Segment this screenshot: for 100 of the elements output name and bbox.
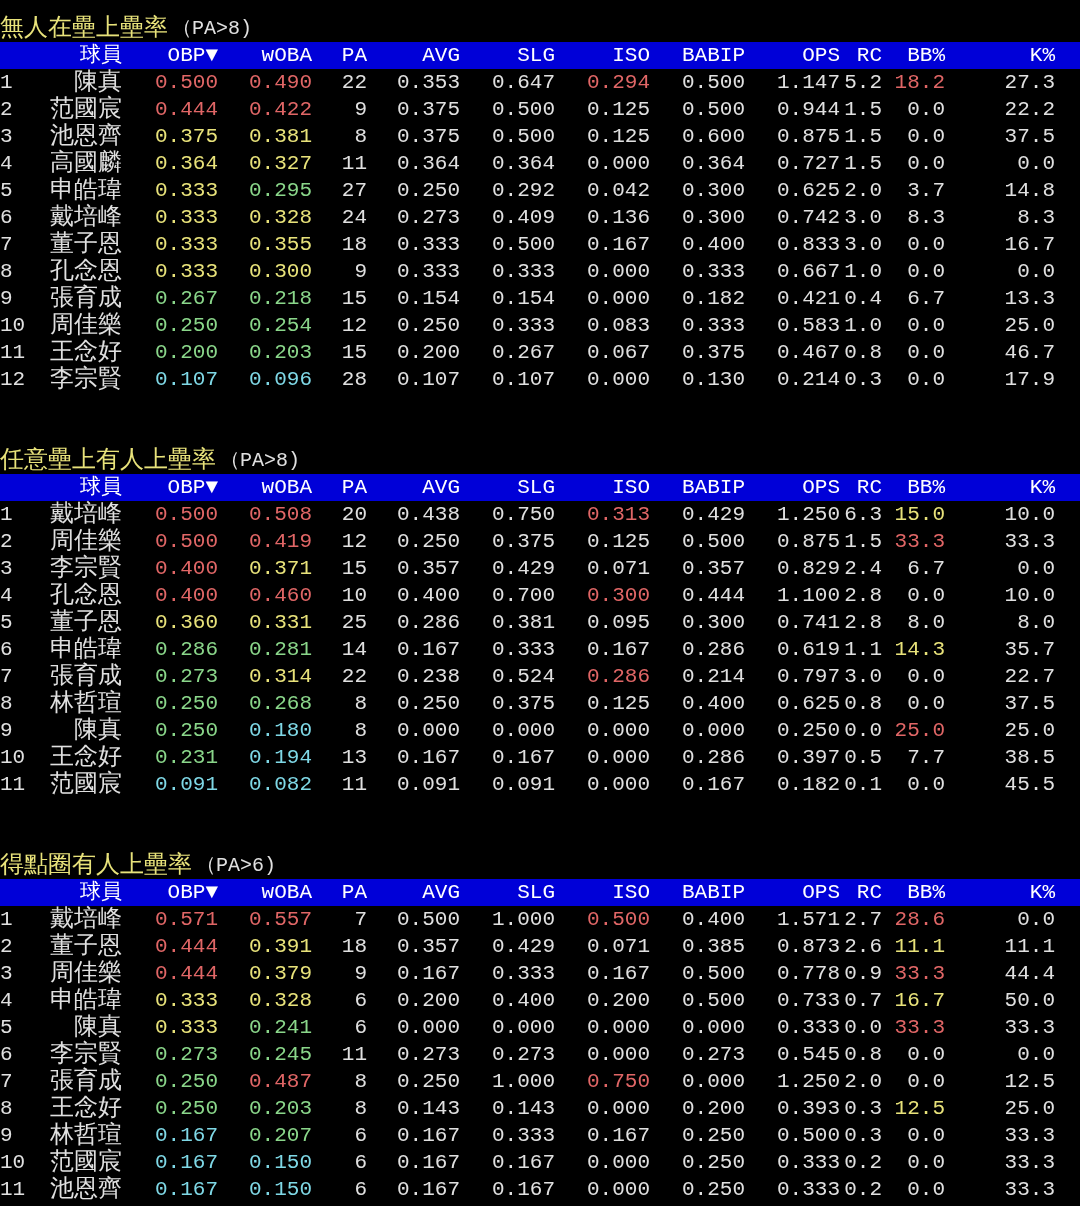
table-cell-text: 0.357	[396, 556, 460, 582]
table-cell-text: 0.381	[248, 124, 312, 150]
table-cell-text: 0.8	[843, 340, 882, 366]
table-cell-text: 0.0	[1016, 1042, 1055, 1068]
row-number: 8	[0, 259, 14, 285]
table-cell-text: 0.333	[154, 232, 218, 258]
table-cell-text: 0.667	[776, 259, 840, 285]
table-cell-text: 0.0	[906, 97, 945, 123]
table-cell-text: 12	[340, 313, 367, 339]
table-cell-text: 0.357	[681, 556, 745, 582]
table-cell-text: 0.375	[154, 124, 218, 150]
table-cell-text: 0.438	[396, 502, 460, 528]
player-name: 李宗賢	[49, 555, 122, 582]
section-title: 得點圈有人上壘率	[0, 852, 192, 879]
table-cell-text: 0.467	[776, 340, 840, 366]
table-cell-text: 0.333	[154, 988, 218, 1014]
table-cell-text: 0.524	[491, 664, 555, 690]
row-number: 2	[0, 529, 14, 555]
table-cell-text: 8	[353, 718, 367, 744]
table-cell-text: 0.333	[776, 1015, 840, 1041]
table-cell-text: 12	[340, 529, 367, 555]
table-cell-text: 0.000	[491, 718, 555, 744]
table-cell-text: 0.3	[843, 367, 882, 393]
table-cell-text: 10.0	[1003, 583, 1055, 609]
player-name: 周佳樂	[49, 960, 122, 987]
table-cell-text: 0.107	[154, 367, 218, 393]
table-cell-text: 0.500	[586, 907, 650, 933]
player-name: 李宗賢	[49, 1041, 122, 1068]
table-cell-text: 1.5	[843, 151, 882, 177]
table-cell-text: 0.250	[154, 313, 218, 339]
table-cell-text: 0.500	[154, 502, 218, 528]
table-cell-text: 10	[340, 583, 367, 609]
table-cell-text: 16.7	[1003, 232, 1055, 258]
table-cell-text: 0.167	[396, 961, 460, 987]
table-cell-text: 0.125	[586, 529, 650, 555]
table-cell-text: 33.3	[1003, 529, 1055, 555]
table-cell-text: 33.3	[1003, 1123, 1055, 1149]
row-number: 1	[0, 70, 14, 96]
table-cell-text: 0.167	[154, 1177, 218, 1203]
table-cell-text: 44.4	[1003, 961, 1055, 987]
table-cell-text: 7	[353, 907, 367, 933]
table-cell-text: 0.0	[843, 718, 882, 744]
table-cell-text: 0.250	[776, 718, 840, 744]
table-cell-text: 25.0	[1003, 313, 1055, 339]
table-cell-text: 18	[340, 232, 367, 258]
table-cell-text: 14	[340, 637, 367, 663]
table-cell-text: 0.125	[586, 691, 650, 717]
table-cell-text: 0.167	[491, 745, 555, 771]
table-cell-text: 0.0	[1016, 907, 1055, 933]
row-number: 3	[0, 124, 14, 150]
table-cell-text: 5.2	[843, 70, 882, 96]
table-cell-text: 0.273	[396, 205, 460, 231]
table-cell-text: 35.7	[1003, 637, 1055, 663]
table-cell-text: 0.944	[776, 97, 840, 123]
table-cell-text: 0.250	[396, 529, 460, 555]
table-cell-text: 0.292	[491, 178, 555, 204]
table-cell-text: 0.400	[154, 556, 218, 582]
table-cell-text: 2.8	[843, 610, 882, 636]
table-cell-text: 0.333	[154, 1015, 218, 1041]
table-cell-text: 1.250	[776, 502, 840, 528]
table-cell-text: 0.429	[491, 934, 555, 960]
table-cell-text: 0.375	[491, 529, 555, 555]
table-cell-text: 12.5	[893, 1096, 945, 1122]
table-cell-text: 0.600	[681, 124, 745, 150]
table-cell-text: 0.143	[491, 1096, 555, 1122]
table-cell-text: 0.250	[154, 1069, 218, 1095]
table-cell-text: 0.254	[248, 313, 312, 339]
table-cell-text: 13	[340, 745, 367, 771]
column-header: AVG	[421, 43, 460, 69]
table-cell-text: 0.286	[586, 664, 650, 690]
column-header: SLG	[516, 880, 555, 906]
table-cell-text: 6	[353, 1123, 367, 1149]
table-cell-text: 28	[340, 367, 367, 393]
player-name: 陳真	[73, 69, 122, 96]
table-cell-text: 0.741	[776, 610, 840, 636]
table-cell-text: 0.200	[586, 988, 650, 1014]
table-cell-text: 0.000	[586, 1015, 650, 1041]
table-cell-text: 25.0	[1003, 718, 1055, 744]
table-cell-text: 2.8	[843, 583, 882, 609]
table-cell-text: 33.3	[1003, 1150, 1055, 1176]
table-cell-text: 0.167	[154, 1123, 218, 1149]
column-header: PA	[340, 475, 367, 501]
table-cell-text: 11	[340, 151, 367, 177]
player-name: 林哲瑄	[49, 690, 122, 717]
table-cell-text: 14.3	[893, 637, 945, 663]
table-cell-text: 0.000	[586, 286, 650, 312]
table-cell-text: 0.214	[681, 664, 745, 690]
row-number: 3	[0, 556, 14, 582]
table-cell-text: 0.250	[396, 313, 460, 339]
table-cell-text: 0.167	[586, 637, 650, 663]
table-cell-text: 0.391	[248, 934, 312, 960]
table-cell-text: 0.545	[776, 1042, 840, 1068]
table-cell-text: 0.154	[396, 286, 460, 312]
player-name: 王念好	[49, 744, 122, 771]
table-cell-text: 0.167	[681, 772, 745, 798]
table-cell-text: 8.3	[906, 205, 945, 231]
table-cell-text: 0.0	[906, 1150, 945, 1176]
table-cell-text: 0.286	[154, 637, 218, 663]
table-cell-text: 0.0	[1016, 259, 1055, 285]
table-cell-text: 0.167	[586, 961, 650, 987]
